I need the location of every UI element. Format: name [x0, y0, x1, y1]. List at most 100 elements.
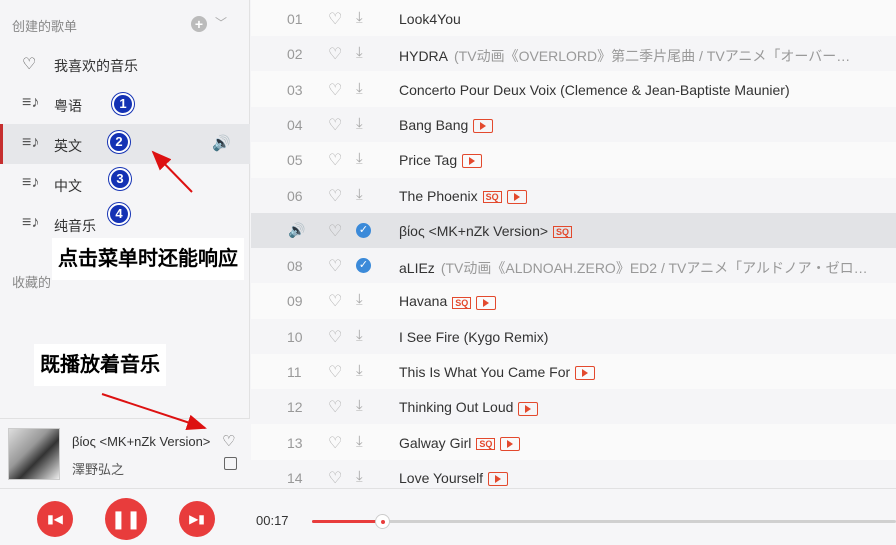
mv-play-icon[interactable] — [506, 189, 527, 204]
mv-play-icon[interactable] — [488, 472, 509, 487]
progress-fill — [312, 520, 383, 523]
created-playlists-header[interactable]: 创建的歌单 + ﹀ — [0, 8, 250, 38]
song-row[interactable]: 12 ♡ ⤓ Thinking Out Loud — [251, 389, 896, 425]
heart-icon: ♡ — [22, 56, 37, 73]
album-cover[interactable] — [8, 428, 60, 480]
song-title-cell[interactable]: Havana SQ — [399, 293, 497, 310]
song-title: HYDRA — [399, 48, 449, 65]
heart-icon[interactable]: ♡ — [328, 221, 342, 241]
now-playing-song[interactable]: βίος <MK+nZk Version> — [72, 434, 212, 449]
song-title: Galway Girl — [399, 434, 472, 451]
now-playing-panel[interactable]: βίος <MK+nZk Version> 澤野弘之 ♡ — [0, 418, 250, 488]
download-icon[interactable]: ⤓ — [356, 115, 363, 132]
download-icon[interactable]: ⤓ — [356, 397, 363, 414]
download-icon[interactable]: ⤓ — [356, 186, 363, 203]
sidebar-item-label: 粤语 — [54, 98, 82, 114]
heart-icon[interactable]: ♡ — [328, 433, 342, 453]
download-icon[interactable]: ⤓ — [356, 433, 363, 450]
song-title-cell[interactable]: Love Yourself — [399, 469, 509, 487]
song-title: Love Yourself — [399, 469, 484, 486]
download-icon[interactable]: ⤓ — [356, 9, 363, 26]
heart-icon[interactable]: ♡ — [328, 291, 342, 311]
song-row[interactable]: 04 ♡ ⤓ Bang Bang — [251, 106, 896, 142]
heart-icon[interactable]: ♡ — [328, 44, 342, 64]
mv-play-icon[interactable] — [518, 401, 539, 416]
now-playing-artist[interactable]: 澤野弘之 — [72, 459, 124, 478]
song-number: 04 — [287, 116, 303, 133]
download-icon[interactable]: ⤓ — [356, 150, 363, 167]
downloaded-check-icon[interactable]: ✓ — [356, 222, 371, 238]
progress-handle[interactable] — [375, 514, 391, 529]
song-number: 08 — [287, 258, 303, 275]
song-row[interactable]: 06 ♡ ⤓ The Phoenix SQ — [251, 177, 896, 213]
download-icon[interactable]: ⤓ — [356, 80, 363, 97]
download-icon[interactable]: ⤓ — [356, 327, 363, 344]
song-title-cell[interactable]: Concerto Pour Deux Voix (Clemence & Jean… — [399, 82, 790, 98]
heart-icon[interactable]: ♡ — [328, 468, 342, 488]
heart-icon[interactable]: ♡ — [328, 186, 342, 206]
song-row[interactable]: 01 ♡ ⤓ Look4You — [251, 1, 896, 36]
heart-icon[interactable]: ♡ — [328, 150, 342, 170]
song-title: Price Tag — [399, 152, 458, 169]
download-icon[interactable]: ⤓ — [356, 44, 363, 61]
song-title-cell[interactable]: Bang Bang — [399, 117, 494, 134]
mv-play-icon[interactable] — [473, 119, 494, 134]
annotation-menu-note: 点击菜单时还能响应 — [52, 238, 244, 280]
song-row[interactable]: 11 ♡ ⤓ This Is What You Came For — [251, 354, 896, 389]
heart-icon[interactable]: ♡ — [328, 80, 342, 100]
song-title: Thinking Out Loud — [399, 399, 514, 416]
heart-icon[interactable]: ♡ — [222, 432, 235, 450]
song-title-cell[interactable]: Price Tag — [399, 152, 483, 169]
plus-circle-icon[interactable]: + — [191, 16, 207, 32]
heart-icon[interactable]: ♡ — [328, 9, 342, 29]
mv-play-icon[interactable] — [462, 154, 483, 169]
song-title-cell[interactable]: βίος <MK+nZk Version> SQ — [399, 222, 573, 239]
song-title-cell[interactable]: HYDRA (TV动画《OVERLORD》第二季片尾曲 / TVアニメ「オーバー… — [399, 46, 850, 66]
mv-play-icon[interactable] — [500, 436, 521, 451]
previous-button[interactable]: ▮◀ — [37, 501, 73, 537]
song-title-cell[interactable]: This Is What You Came For — [399, 364, 596, 381]
song-row[interactable]: 13 ♡ ⤓ Galway Girl SQ — [251, 424, 896, 460]
downloaded-check-icon[interactable]: ✓ — [356, 258, 371, 274]
mv-play-icon[interactable] — [476, 295, 497, 310]
song-row[interactable]: 10 ♡ ⤓ I See Fire (Kygo Remix) — [251, 318, 896, 354]
song-title-cell[interactable]: Galway Girl SQ — [399, 434, 521, 451]
song-row[interactable]: 09 ♡ ⤓ Havana SQ — [251, 283, 896, 319]
number-badge: 2 — [108, 131, 130, 153]
mv-play-icon[interactable] — [575, 366, 596, 381]
song-title-cell[interactable]: I See Fire (Kygo Remix) — [399, 329, 548, 345]
chevron-down-icon[interactable]: ﹀ — [215, 14, 227, 31]
song-title-cell[interactable]: The Phoenix SQ — [399, 188, 527, 204]
song-row[interactable]: 08 ♡ ✓ aLIEz (TV动画《ALDNOAH.ZERO》ED2 / TVアニメ「… — [251, 248, 896, 284]
song-number: 12 — [287, 399, 303, 416]
download-icon[interactable]: ⤓ — [356, 468, 363, 485]
download-icon[interactable]: ⤓ — [356, 362, 363, 379]
song-title: βίος <MK+nZk Version> — [399, 222, 549, 239]
sidebar-item-liked[interactable]: ♡ 我喜欢的音乐 — [0, 44, 250, 84]
song-row[interactable]: 03 ♡ ⤓ Concerto Pour Deux Voix (Clemence & … — [251, 71, 896, 107]
heart-icon[interactable]: ♡ — [328, 115, 342, 135]
number-badge: 1 — [112, 93, 134, 115]
song-row[interactable]: 05 ♡ ⤓ Price Tag — [251, 142, 896, 178]
share-icon[interactable] — [224, 457, 237, 470]
song-number: 02 — [287, 46, 303, 63]
number-badge: 4 — [108, 203, 130, 225]
song-row[interactable]: 🔊 ♡ ✓ βίος <MK+nZk Version> SQ — [251, 212, 896, 248]
player-bar: ▮◀ ❚❚ ▶▮ 00:17 — [0, 488, 896, 545]
song-title: Havana — [399, 293, 448, 310]
heart-icon[interactable]: ♡ — [328, 327, 342, 347]
pause-button[interactable]: ❚❚ — [105, 498, 147, 540]
heart-icon[interactable]: ♡ — [328, 362, 342, 382]
song-title-cell[interactable]: aLIEz (TV动画《ALDNOAH.ZERO》ED2 / TVアニメ「アルドノ… — [399, 258, 868, 278]
song-row[interactable]: 02 ♡ ⤓ HYDRA (TV动画《OVERLORD》第二季片尾曲 / TVアニメ「オ… — [251, 36, 896, 72]
heart-icon[interactable]: ♡ — [328, 256, 342, 276]
song-title-cell[interactable]: Thinking Out Loud — [399, 399, 539, 416]
song-row[interactable]: 14 ♡ ⤓ Love Yourself — [251, 459, 896, 488]
heart-icon[interactable]: ♡ — [328, 397, 342, 417]
next-button[interactable]: ▶▮ — [179, 501, 215, 537]
progress-slider[interactable] — [312, 514, 896, 529]
song-title: The Phoenix — [399, 187, 478, 204]
song-title-cell[interactable]: Look4You — [399, 11, 461, 27]
collected-playlists-title: 收藏的 — [12, 275, 52, 290]
download-icon[interactable]: ⤓ — [356, 291, 363, 308]
